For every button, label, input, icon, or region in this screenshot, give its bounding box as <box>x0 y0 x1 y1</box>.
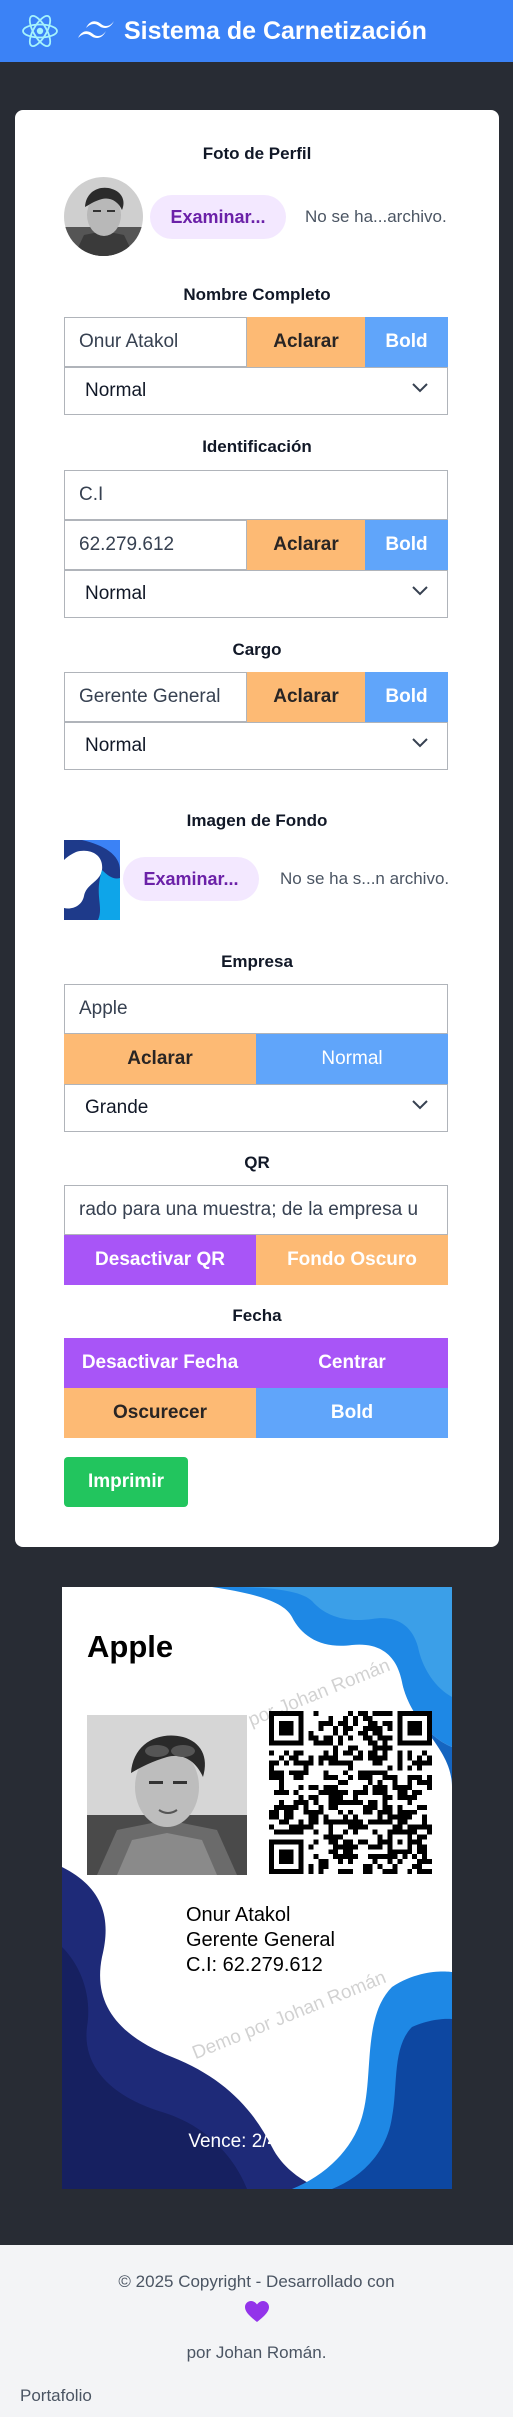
position-size-value: Normal <box>85 735 147 756</box>
background-file-status: No se ha s...n archivo. <box>280 869 450 888</box>
company-normal-button[interactable]: Normal <box>256 1034 448 1084</box>
profile-photo-file-button[interactable]: Examinar... <box>150 195 286 239</box>
date-center-button[interactable]: Centrar <box>256 1338 448 1388</box>
heart-icon <box>244 2300 270 2329</box>
identification-size-select[interactable]: Normal <box>64 570 448 618</box>
company-label: Empresa <box>221 952 293 971</box>
navbar: Sistema de Carnetización <box>0 0 513 62</box>
qr-disable-button[interactable]: Desactivar QR <box>64 1235 256 1285</box>
background-thumbnail <box>64 840 120 920</box>
react-icon <box>20 11 60 51</box>
identification-input[interactable]: 62.279.612 <box>64 520 247 570</box>
qr-label: QR <box>244 1153 270 1172</box>
footer-copyright: © 2025 Copyright - Desarrollado con <box>118 2272 395 2291</box>
company-lighten-button[interactable]: Aclarar <box>64 1034 256 1084</box>
identification-lighten-button[interactable]: Aclarar <box>247 520 365 570</box>
profile-photo-file-status: No se ha...archivo. <box>305 207 447 226</box>
identification-size-value: Normal <box>85 583 147 604</box>
footer: © 2025 Copyright - Desarrollado con por … <box>0 2245 513 2417</box>
card-company: Apple <box>87 1629 174 1664</box>
position-lighten-button[interactable]: Aclarar <box>247 672 365 722</box>
tailwind-icon <box>76 17 116 45</box>
footer-author: por Johan Román. <box>186 2343 327 2362</box>
identification-label: Identificación <box>202 437 312 456</box>
date-label: Fecha <box>232 1306 282 1325</box>
card-id: C.I: 62.279.612 <box>186 1954 323 1976</box>
chevron-down-icon <box>412 586 428 596</box>
card-expiry: Vence: 2/4/2026 <box>188 2131 326 2152</box>
company-size-select[interactable]: Grande <box>64 1084 448 1132</box>
date-disable-button[interactable]: Desactivar Fecha <box>64 1338 256 1388</box>
card-background <box>62 1587 452 2189</box>
position-input[interactable]: Gerente General <box>64 672 247 722</box>
full-name-label: Nombre Completo <box>183 285 331 304</box>
qr-input[interactable]: rado para una muestra; de la empresa u <box>64 1185 448 1235</box>
chevron-down-icon <box>412 1100 428 1110</box>
company-input[interactable]: Apple <box>64 984 448 1034</box>
qr-dark-bg-button[interactable]: Fondo Oscuro <box>256 1235 448 1285</box>
profile-photo-label: Foto de Perfil <box>202 144 312 163</box>
print-button[interactable]: Imprimir <box>64 1457 188 1507</box>
portfolio-link[interactable]: Portafolio <box>20 2386 92 2406</box>
card-qr-code <box>269 1711 432 1874</box>
card-position: Gerente General <box>186 1929 335 1951</box>
chevron-down-icon <box>412 738 428 748</box>
id-card-preview: Apple Demo por Johan Román Onur Atakol G… <box>62 1587 452 2189</box>
chevron-down-icon <box>412 383 428 393</box>
app-title: Sistema de Carnetización <box>124 16 427 45</box>
background-image-label: Imagen de Fondo <box>186 811 328 830</box>
avatar <box>64 177 143 256</box>
full-name-input[interactable]: Onur Atakol <box>64 317 247 367</box>
card-photo <box>87 1715 247 1875</box>
card-name: Onur Atakol <box>186 1904 291 1926</box>
card-form: Foto de Perfil Examinar... No se ha...ar… <box>15 110 499 1547</box>
date-bold-button[interactable]: Bold <box>256 1388 448 1438</box>
full-name-size-select[interactable]: Normal <box>64 367 448 415</box>
company-size-value: Grande <box>85 1097 149 1118</box>
background-file-button[interactable]: Examinar... <box>123 857 259 901</box>
position-size-select[interactable]: Normal <box>64 722 448 770</box>
card-info: Onur Atakol Gerente General C.I: 62.279.… <box>186 1903 335 1978</box>
position-label: Cargo <box>232 640 282 659</box>
full-name-size-value: Normal <box>85 380 147 401</box>
full-name-lighten-button[interactable]: Aclarar <box>247 317 365 367</box>
identification-bold-button[interactable]: Bold <box>365 520 448 570</box>
date-darken-button[interactable]: Oscurecer <box>64 1388 256 1438</box>
position-bold-button[interactable]: Bold <box>365 672 448 722</box>
full-name-bold-button[interactable]: Bold <box>365 317 448 367</box>
identification-prefix-input[interactable]: C.I <box>64 470 448 520</box>
